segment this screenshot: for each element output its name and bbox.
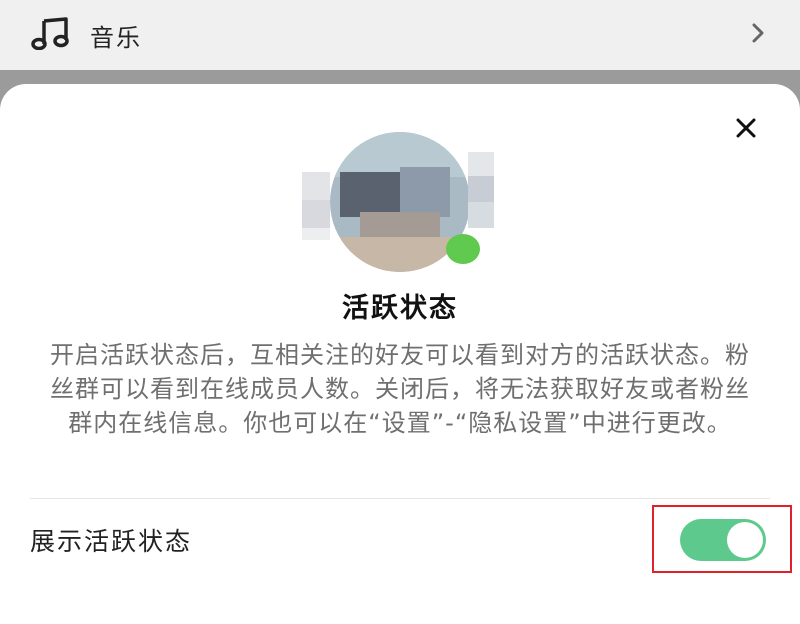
- dialog-title: 活跃状态: [342, 293, 458, 324]
- music-label: 音乐: [90, 24, 142, 52]
- dialog-description: 开启活跃状态后，互相关注的好友可以看到对方的活跃状态。粉丝群可以看到在线成员人数…: [50, 341, 750, 437]
- music-row[interactable]: 音乐: [0, 0, 800, 70]
- highlight-box: [652, 505, 792, 573]
- show-active-status-label: 展示活跃状态: [30, 527, 193, 556]
- music-note-icon: [31, 17, 69, 50]
- chevron-right-icon: [752, 23, 764, 43]
- online-status-dot: [446, 234, 480, 264]
- divider: [30, 498, 770, 499]
- close-icon[interactable]: [730, 112, 762, 144]
